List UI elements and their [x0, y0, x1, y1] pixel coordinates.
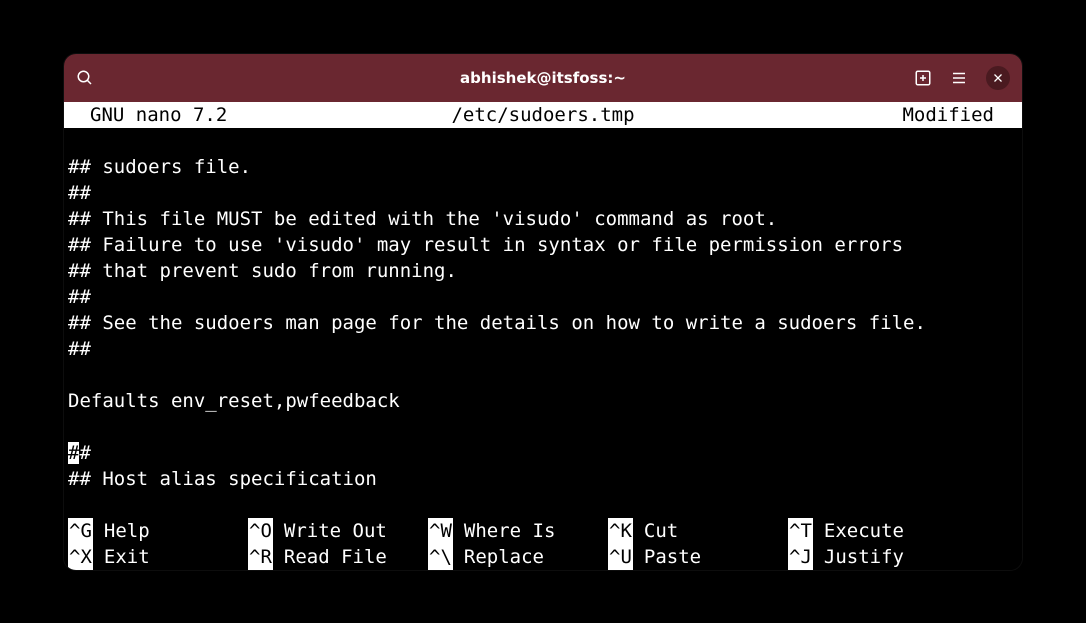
editor-line: ## See the sudoers man page for the deta… [68, 312, 926, 334]
shortcut-paste: ^UPaste [608, 544, 788, 570]
editor-line: ## that prevent sudo from running. [68, 260, 457, 282]
editor-line: ## [68, 442, 91, 464]
editor-line: ## Failure to use 'visudo' may result in… [68, 234, 903, 256]
shortcut-read-file: ^RRead File [248, 544, 428, 570]
titlebar: abhishek@itsfoss:~ [64, 54, 1022, 102]
shortcut-execute: ^TExecute [788, 518, 968, 544]
menu-icon[interactable] [950, 69, 968, 87]
nano-app-name: GNU nano 7.2 [68, 102, 227, 128]
search-icon[interactable] [76, 69, 94, 87]
editor-line: ## [68, 182, 91, 204]
shortcut-exit: ^XExit [68, 544, 248, 570]
shortcut-write-out: ^OWrite Out [248, 518, 428, 544]
footer-row: ^GHelp ^OWrite Out ^WWhere Is ^KCut ^TEx… [68, 518, 1018, 544]
shortcut-replace: ^\Replace [428, 544, 608, 570]
shortcut-cut: ^KCut [608, 518, 788, 544]
nano-footer: ^GHelp ^OWrite Out ^WWhere Is ^KCut ^TEx… [64, 518, 1022, 570]
editor-line: ## Host alias specification [68, 468, 377, 490]
editor-line: ## sudoers file. [68, 156, 251, 178]
cursor: # [68, 442, 79, 464]
terminal-content[interactable]: GNU nano 7.2 /etc/sudoers.tmp Modified #… [64, 102, 1022, 570]
nano-editor-body[interactable]: ## sudoers file. ## ## This file MUST be… [64, 128, 1022, 492]
editor-line: ## [68, 286, 91, 308]
new-tab-icon[interactable] [914, 69, 932, 87]
footer-row: ^XExit ^RRead File ^\Replace ^UPaste ^JJ… [68, 544, 1018, 570]
window-title: abhishek@itsfoss:~ [460, 69, 626, 87]
nano-status: Modified [902, 102, 1018, 128]
shortcut-help: ^GHelp [68, 518, 248, 544]
nano-header: GNU nano 7.2 /etc/sudoers.tmp Modified [64, 102, 1022, 128]
terminal-window: abhishek@itsfoss:~ GNU nano 7.2 /etc/sud… [64, 54, 1022, 570]
nano-file-name: /etc/sudoers.tmp [451, 102, 634, 128]
editor-line: ## This file MUST be edited with the 'vi… [68, 208, 777, 230]
shortcut-where-is: ^WWhere Is [428, 518, 608, 544]
editor-line: ## [68, 338, 91, 360]
close-button[interactable] [986, 66, 1010, 90]
editor-line: Defaults env_reset,pwfeedback [68, 390, 400, 412]
shortcut-justify: ^JJustify [788, 544, 968, 570]
